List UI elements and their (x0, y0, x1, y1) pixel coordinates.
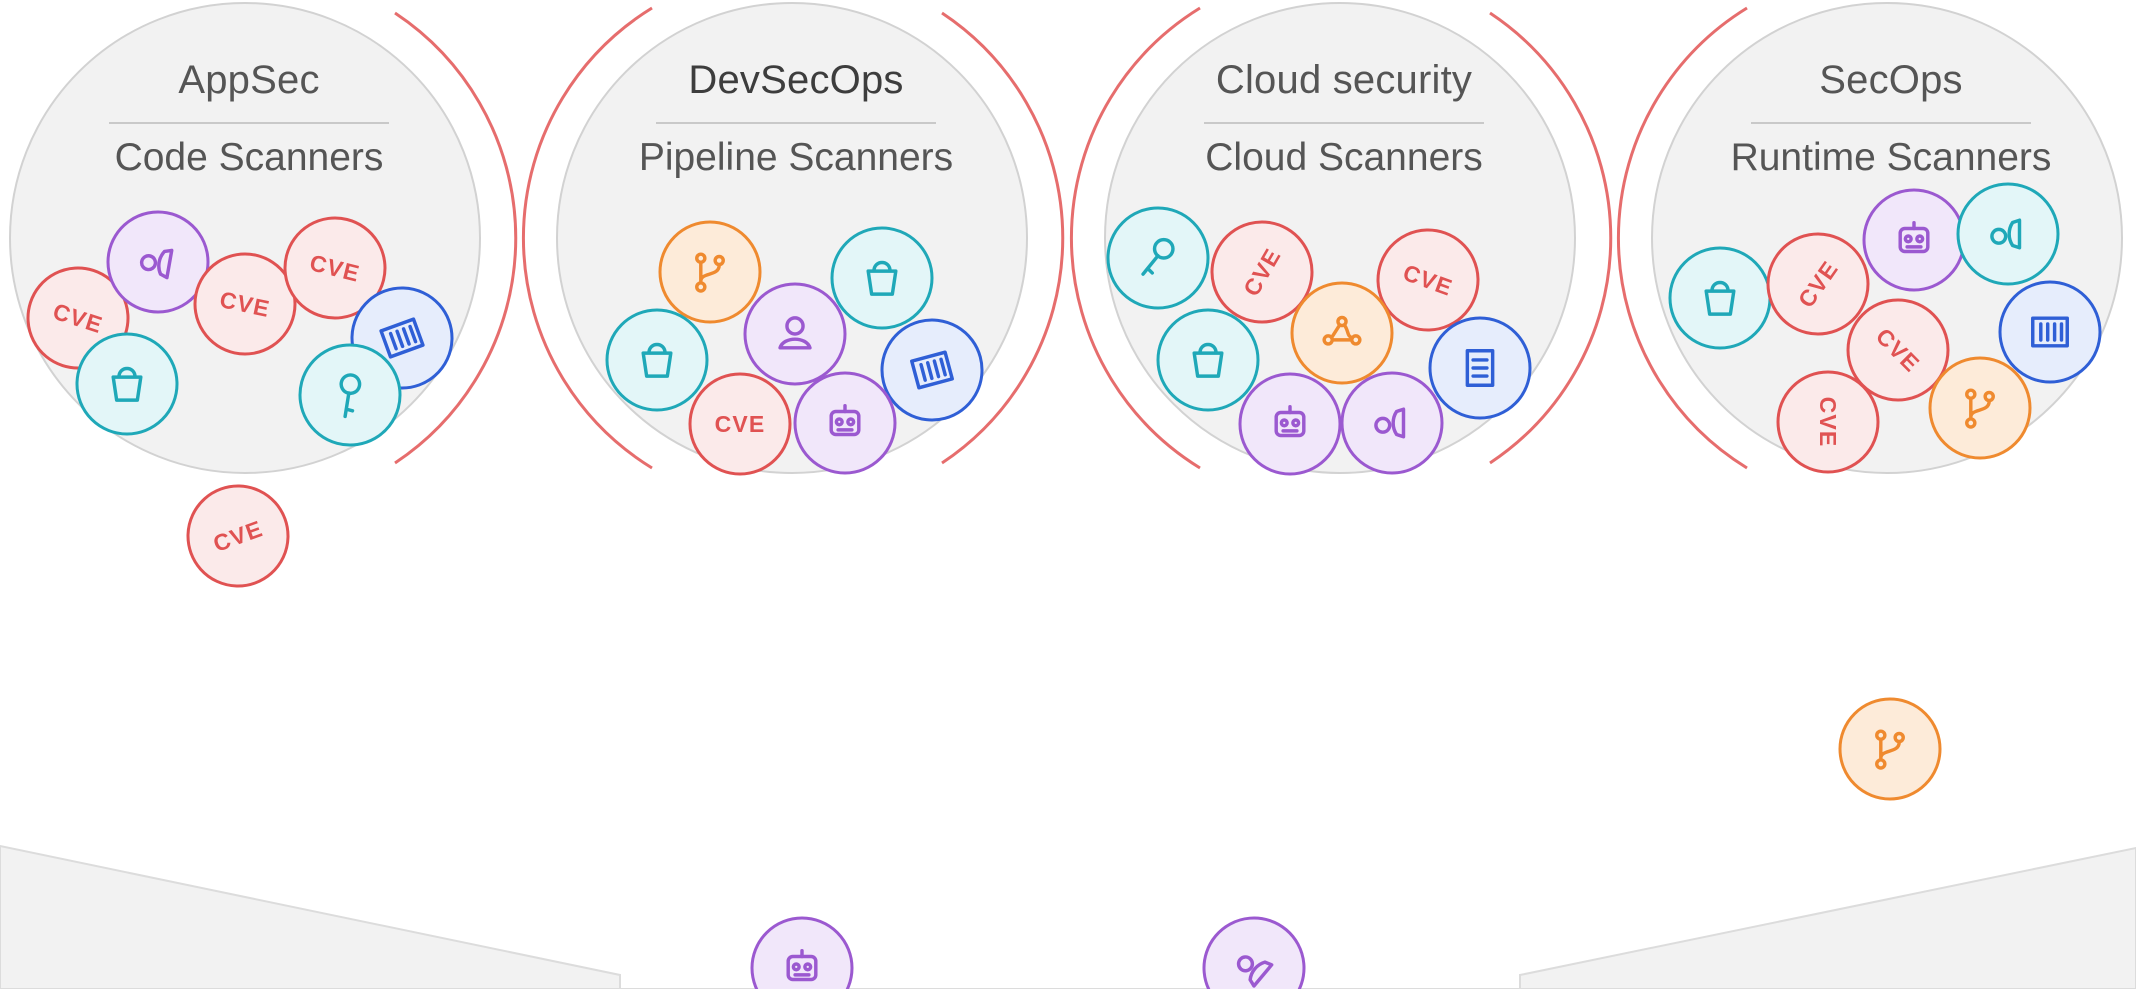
token-secret (1106, 206, 1210, 310)
token-circle (1238, 372, 1342, 476)
group-subtitle-cloud-security: Cloud Scanners (1205, 136, 1483, 179)
cve-label: CVE (1815, 397, 1841, 448)
token-secret (830, 226, 934, 330)
token-circle (605, 308, 709, 412)
cve-label: CVE (715, 411, 766, 437)
token-container (1428, 316, 1532, 420)
token-bot (793, 371, 897, 475)
token-secret (1156, 308, 1260, 412)
group-title-secops: SecOps (1819, 58, 1963, 102)
token-secret (605, 308, 709, 412)
token-container (1998, 280, 2102, 384)
token-branch (1838, 697, 1942, 801)
falling-tokens: CVE (186, 484, 1942, 989)
token-circle (1668, 246, 1772, 350)
token-bot (1862, 188, 1966, 292)
token-circle (1290, 281, 1394, 385)
token-circle (1928, 356, 2032, 460)
divider-secops (1751, 122, 2031, 124)
token-circle (793, 371, 897, 475)
token-circle (75, 332, 179, 436)
divider-appsec (109, 122, 389, 124)
cve-label: CVE (1815, 397, 1841, 448)
collection-tray (0, 844, 2136, 989)
group-title-appsec: AppSec (178, 58, 320, 102)
token-bot (1340, 371, 1444, 475)
token-cve: CVE (688, 372, 792, 476)
group-subtitle-secops: Runtime Scanners (1730, 136, 2052, 179)
group-subtitle-appsec: Code Scanners (114, 136, 384, 179)
group-title-cloud-security: Cloud security (1215, 58, 1473, 102)
token-secret (1668, 246, 1772, 350)
token-circle (1202, 916, 1306, 989)
token-branch (1928, 356, 2032, 460)
token-bot (743, 282, 847, 386)
group-title-devsecops: DevSecOps (688, 58, 904, 102)
token-cve: CVE (186, 484, 290, 588)
token-branch (658, 220, 762, 324)
token-branch (1290, 281, 1394, 385)
token-bot (1202, 916, 1306, 989)
token-circle (1998, 280, 2102, 384)
divider-devsecops (656, 122, 936, 124)
token-circle (658, 220, 762, 324)
token-bot (1238, 372, 1342, 476)
group-subtitle-devsecops: Pipeline Scanners (638, 136, 954, 179)
token-circle (1838, 697, 1942, 801)
token-secret (1956, 182, 2060, 286)
cve-label: CVE (715, 411, 766, 437)
divider-cloud-security (1204, 122, 1484, 124)
token-circle (830, 226, 934, 330)
token-cve: CVE (1776, 370, 1880, 474)
token-bot (750, 916, 854, 989)
token-secret (75, 332, 179, 436)
token-circle (1862, 188, 1966, 292)
token-circle (1156, 308, 1260, 412)
